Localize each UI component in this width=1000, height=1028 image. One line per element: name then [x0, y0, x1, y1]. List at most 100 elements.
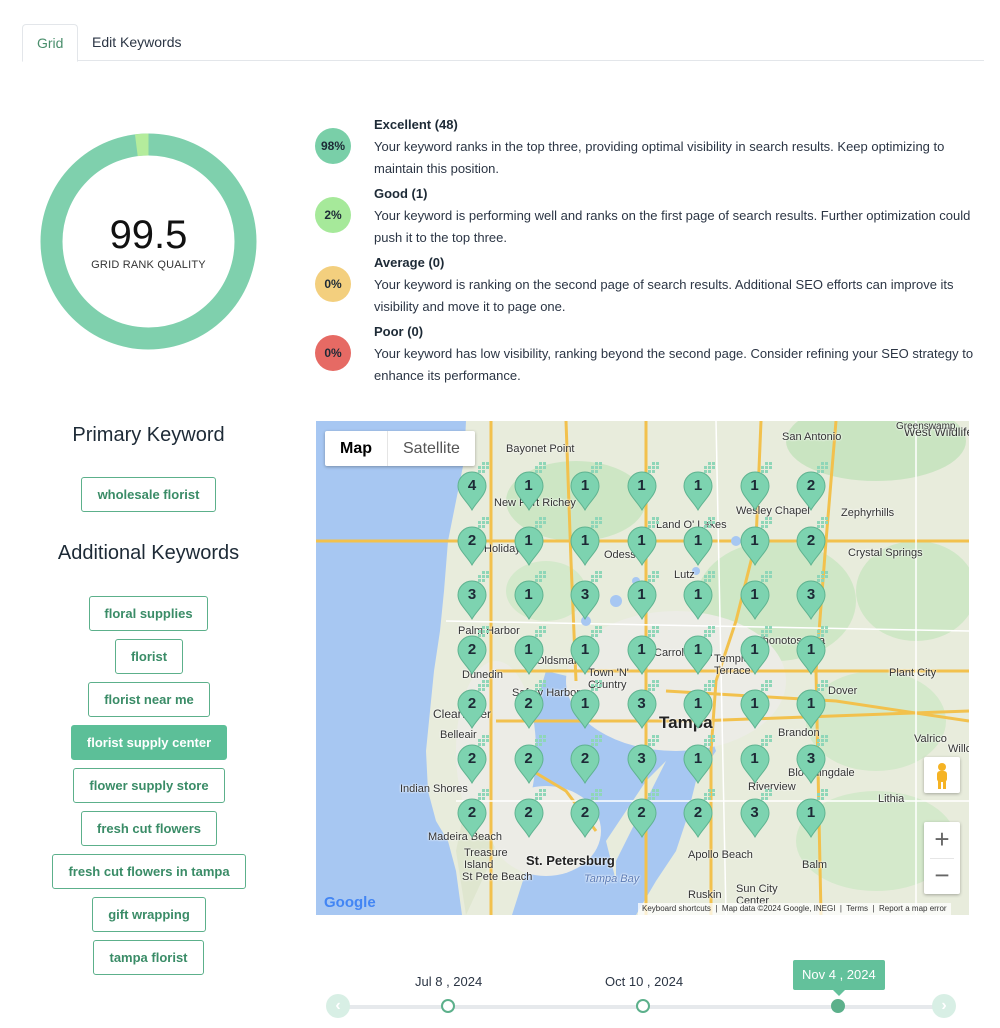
legend-excellent-text: Excellent (48) Your keyword ranks in the… [374, 116, 974, 180]
rank-pin-dots-icon [813, 570, 831, 588]
rank-pin-value: 2 [524, 749, 533, 767]
rank-pin-dots-icon [474, 788, 492, 806]
rank-pin-dots-icon [700, 679, 718, 697]
rank-pin-value: 1 [750, 586, 759, 603]
rank-pin-dots-icon [700, 788, 718, 806]
rank-pin-value: 2 [693, 804, 703, 821]
map-label: Zephyrhills [841, 507, 895, 519]
rank-pin-dots-icon [474, 570, 492, 588]
map-label: Dover [828, 685, 858, 697]
rank-pin-value: 2 [806, 477, 816, 494]
rank-pin-value: 1 [806, 695, 816, 712]
timeline-point-oct-10[interactable] [636, 999, 650, 1013]
rank-pin-dots-icon [587, 788, 605, 806]
rank-pin-value: 1 [693, 586, 703, 603]
tab-grid[interactable]: Grid [22, 24, 79, 62]
rank-pin-dots-icon [757, 516, 775, 534]
map-label: Treasure Island [464, 847, 508, 871]
map-data-credit: Map data ©2024 Google, INEGI [721, 904, 836, 913]
rank-pin-dots-icon [587, 625, 605, 643]
rank-pin-value: 2 [580, 749, 590, 767]
poor-percent-badge: 0% [315, 335, 351, 371]
rank-pin-dots-icon [587, 570, 605, 588]
map-label: Valrico [914, 733, 947, 745]
rank-pin-dots-icon [531, 461, 549, 479]
rank-pin-dots-icon [587, 516, 605, 534]
timeline-point-jul-8[interactable] [441, 999, 455, 1013]
rank-pin-dots-icon [644, 625, 662, 643]
tab-edit-keywords[interactable]: Edit Keywords [78, 24, 195, 61]
map-label: Indian Shores [400, 783, 468, 795]
legend-description: Your keyword is performing well and rank… [374, 208, 971, 245]
rank-pin-value: 2 [637, 804, 646, 821]
rank-pin-value: 3 [750, 804, 759, 821]
zoom-in-button[interactable]: + [924, 822, 960, 858]
rank-pin-value: 1 [806, 640, 816, 658]
rank-pin-value: 3 [467, 586, 477, 603]
legend-poor-text: Poor (0) Your keyword has low visibility… [374, 323, 974, 387]
legend-average-text: Average (0) Your keyword is ranking on t… [374, 254, 974, 318]
map-label: Plant City [889, 667, 937, 679]
rank-pin-value: 1 [693, 477, 703, 494]
rank-pin-dots-icon [813, 516, 831, 534]
rank-pin-value: 2 [467, 804, 477, 821]
keyword-button-florist-near-me[interactable]: florist near me [88, 682, 210, 717]
timeline-point-nov-4[interactable] [831, 999, 845, 1013]
rank-pin-value: 1 [524, 531, 533, 549]
rank-pin-value: 1 [580, 640, 590, 658]
rank-pin-dots-icon [474, 679, 492, 697]
rank-pin-value: 1 [637, 477, 646, 494]
rank-pin-value: 1 [750, 695, 759, 712]
keyword-button-flower-supply-store[interactable]: flower supply store [73, 768, 225, 803]
rank-pin-dots-icon [813, 788, 831, 806]
legend-excellent: 98% Excellent (48) Your keyword ranks in… [315, 116, 980, 182]
grid-rank-score: 99.5 [109, 213, 188, 257]
legend-title: Good (1) [374, 186, 428, 201]
rank-grid-map[interactable]: San Antonio West Wildlife... Greenswamp … [316, 421, 969, 915]
keyword-button-tampa-florist[interactable]: tampa florist [93, 940, 204, 975]
excellent-percent-badge: 98% [315, 128, 351, 164]
rank-pin-dots-icon [757, 788, 775, 806]
legend-title: Excellent (48) [374, 117, 458, 132]
rank-pin-dots-icon [474, 734, 492, 752]
legend-title: Poor (0) [374, 324, 424, 339]
map-label: Greenswamp [896, 421, 956, 432]
rank-pin-dots-icon [700, 625, 718, 643]
rank-pin-value: 1 [524, 640, 533, 658]
rank-pin-value: 1 [693, 695, 703, 712]
timeline-prev-button[interactable]: ‹ [326, 994, 350, 1018]
primary-keyword-button[interactable]: wholesale florist [81, 477, 216, 512]
map-label: Crystal Springs [848, 547, 923, 559]
street-view-pegman-icon[interactable] [924, 757, 960, 793]
keyword-button-florist[interactable]: florist [115, 639, 183, 674]
zoom-control: + − [924, 822, 960, 894]
keyword-button-florist-supply-center[interactable]: florist supply center [71, 725, 227, 760]
rank-pin-value: 1 [750, 640, 759, 658]
rank-pin-dots-icon [757, 570, 775, 588]
terms-link[interactable]: Terms [846, 904, 868, 913]
rank-pin-dots-icon [474, 625, 492, 643]
average-percent-badge: 0% [315, 266, 351, 302]
rank-pin-dots-icon [644, 570, 662, 588]
report-map-error-link[interactable]: Report a map error [879, 904, 947, 913]
timeline-next-button[interactable]: › [932, 994, 956, 1018]
timeline-date-label: Oct 10 , 2024 [605, 974, 684, 989]
map-type-satellite-button[interactable]: Satellite [388, 431, 475, 466]
keyword-button-fresh-cut-flowers-in-tampa[interactable]: fresh cut flowers in tampa [52, 854, 246, 889]
rank-pin-dots-icon [474, 461, 492, 479]
rank-pin-value: 1 [637, 640, 646, 658]
keyword-button-gift-wrapping[interactable]: gift wrapping [92, 897, 206, 932]
keyword-button-floral-supplies[interactable]: floral supplies [89, 596, 208, 631]
good-percent-badge: 2% [315, 197, 351, 233]
rank-pin-dots-icon [644, 516, 662, 534]
map-type-map-button[interactable]: Map [325, 431, 388, 466]
rank-pin-dots-icon [531, 516, 549, 534]
rank-pin-value: 3 [637, 749, 646, 767]
zoom-out-button[interactable]: − [924, 858, 960, 894]
keyboard-shortcuts-link[interactable]: Keyboard shortcuts [642, 904, 711, 913]
rank-pin-dots-icon [587, 679, 605, 697]
grid-rank-label: GRID RANK QUALITY [91, 259, 206, 271]
grid-rank-quality-donut: 99.5 GRID RANK QUALITY [40, 133, 257, 350]
rank-pin-value: 1 [637, 531, 646, 549]
keyword-button-fresh-cut-flowers[interactable]: fresh cut flowers [81, 811, 217, 846]
